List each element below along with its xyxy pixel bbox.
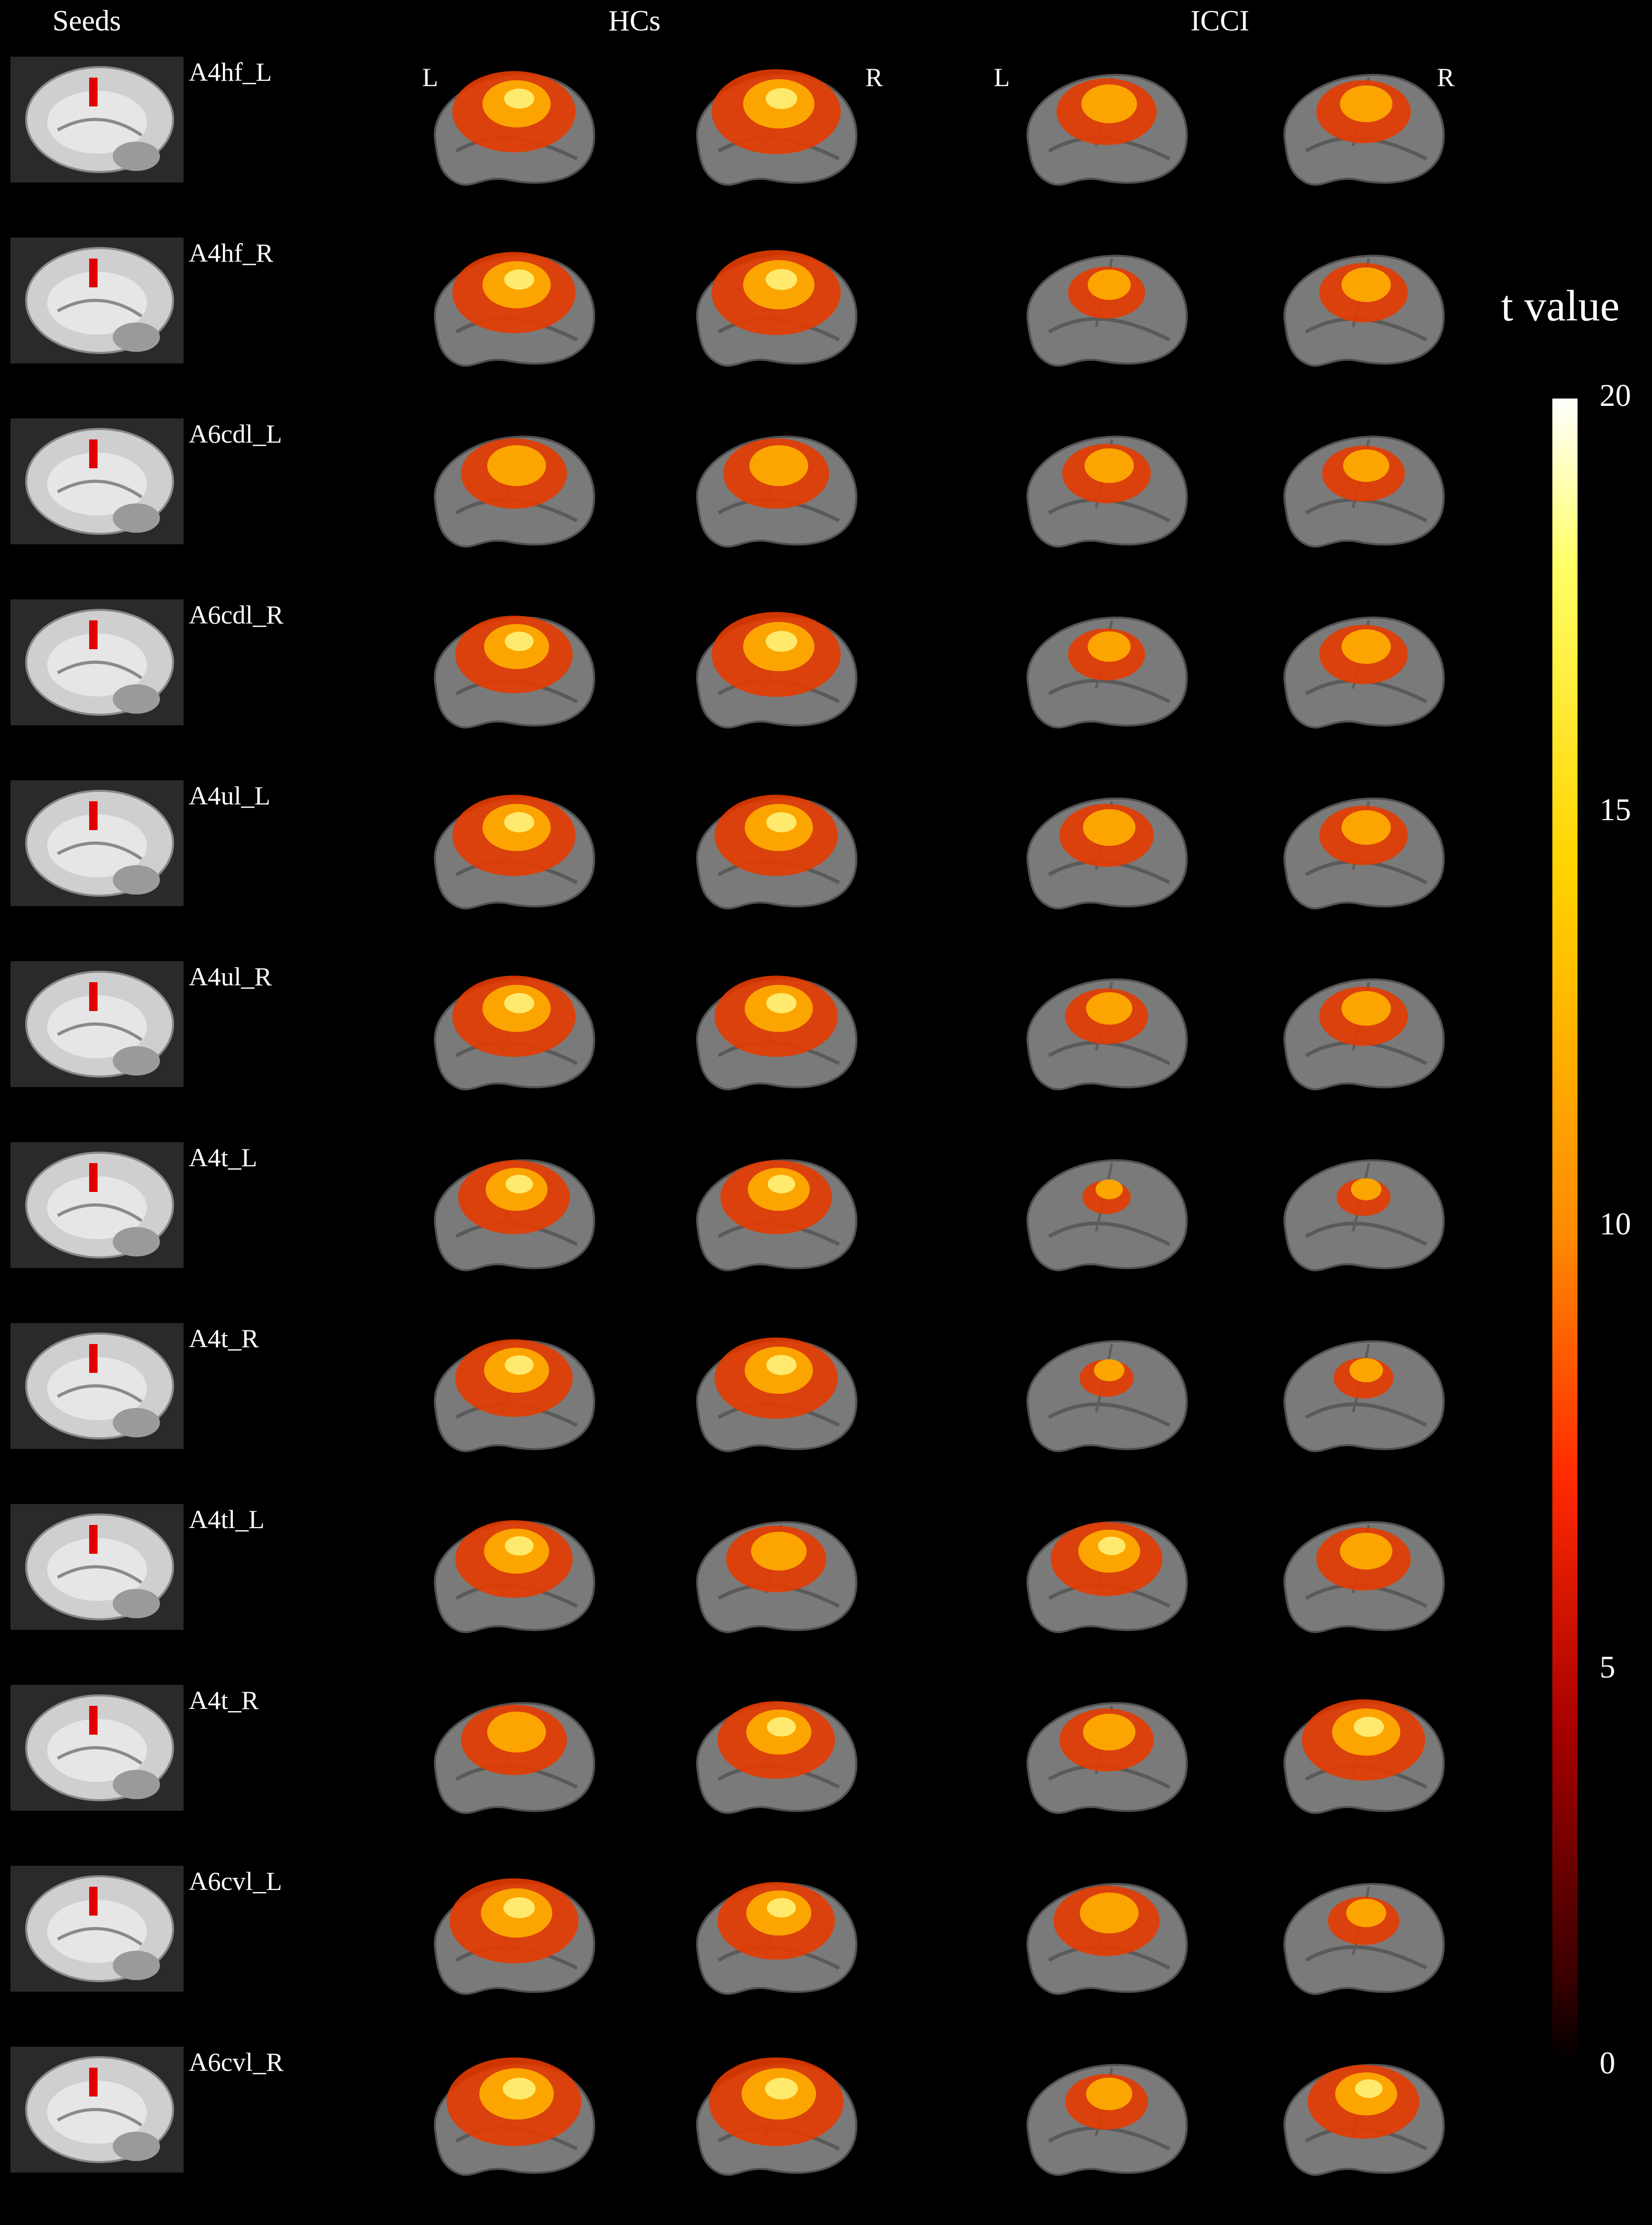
seed-label: A4t_R — [189, 1685, 259, 1715]
brain-surface-icci-left — [1026, 978, 1188, 1091]
brain-surface-icci-right — [1283, 1159, 1445, 1272]
brain-surface-icci-left — [1026, 1702, 1188, 1814]
brain-surface-hcs-left — [434, 1339, 595, 1453]
brain-surface-hcs-right — [696, 975, 857, 1091]
brain-surface-icci-right — [1283, 616, 1445, 729]
colorbar-tick-20: 20 — [1600, 378, 1631, 413]
seed-label: A4tl_L — [189, 1504, 265, 1534]
seed-label: A4hf_R — [189, 238, 274, 267]
brain-surface-icci-right — [1283, 1521, 1445, 1633]
brain-surface-icci-left — [1026, 1340, 1188, 1453]
colorbar-tick-5: 5 — [1600, 1650, 1615, 1684]
brain-surface-icci-left — [1026, 616, 1188, 729]
brain-surface-icci-right — [1283, 978, 1445, 1091]
brain-surface-icci-left — [1026, 1883, 1188, 1995]
seed-label: A4ul_L — [189, 781, 271, 810]
seed-sagittal-image — [10, 57, 184, 182]
brain-surface-hcs-right — [696, 612, 857, 729]
brain-surface-hcs-right — [696, 1701, 857, 1814]
figure-row: A4ul_L — [0, 780, 1652, 959]
seed-sagittal-image — [10, 780, 184, 906]
brain-surface-hcs-right — [696, 1521, 857, 1633]
brain-surface-icci-right — [1283, 1340, 1445, 1453]
seed-sagittal-image — [10, 418, 184, 544]
seed-sagittal-image — [10, 1142, 184, 1268]
seed-sagittal-image — [10, 1323, 184, 1449]
figure-row: A4tl_L — [0, 1504, 1652, 1682]
brain-surface-hcs-left — [434, 2057, 595, 2176]
seed-label: A6cdl_R — [189, 600, 284, 629]
brain-surface-icci-left — [1026, 1159, 1188, 1272]
brain-surface-hcs-left — [434, 71, 595, 186]
seed-label: A6cvl_R — [189, 2047, 284, 2077]
brain-surface-icci-right — [1283, 73, 1445, 186]
figure-row: A4t_R — [0, 1685, 1652, 1863]
seed-label: A4ul_R — [189, 962, 272, 991]
figure-row: A4hf_R — [0, 238, 1652, 416]
figure-row: A4ul_R — [0, 961, 1652, 1140]
brain-surface-hcs-left — [434, 616, 595, 729]
brain-surface-hcs-left — [434, 975, 595, 1091]
brain-surface-icci-left — [1026, 73, 1188, 186]
figure-row: A4hf_L — [0, 57, 1652, 235]
brain-surface-hcs-left — [434, 252, 595, 367]
brain-surface-hcs-left — [434, 435, 595, 548]
brain-surface-hcs-left — [434, 794, 595, 910]
brain-surface-icci-left — [1026, 254, 1188, 367]
brain-surface-hcs-right — [696, 1337, 857, 1453]
seed-label: A4t_R — [189, 1324, 259, 1353]
colorbar-tick-10: 10 — [1600, 1207, 1631, 1241]
figure-row: A6cdl_L — [0, 418, 1652, 597]
figure-row: A6cvl_R — [0, 2047, 1652, 2225]
brain-surface-icci-left — [1026, 435, 1188, 548]
brain-surface-hcs-right — [696, 69, 857, 186]
brain-surface-hcs-right — [696, 794, 857, 910]
seed-sagittal-image — [10, 1504, 184, 1630]
colorbar-tick-0: 0 — [1600, 2046, 1615, 2080]
brain-surface-hcs-left — [434, 1159, 595, 1272]
seed-sagittal-image — [10, 1866, 184, 1992]
figure-row: A6cvl_L — [0, 1866, 1652, 2044]
brain-surface-hcs-right — [696, 250, 857, 367]
colorbar-title: t value — [1501, 282, 1620, 330]
brain-surface-icci-right — [1283, 254, 1445, 367]
brain-surface-icci-right — [1283, 1883, 1445, 1995]
figure-row: A6cdl_R — [0, 599, 1652, 778]
brain-surface-hcs-left — [434, 1702, 595, 1814]
brain-surface-hcs-right — [696, 1882, 857, 1995]
colorbar-tick-15: 15 — [1600, 792, 1631, 827]
seed-label: A4hf_L — [189, 57, 272, 87]
colorbar — [1552, 399, 1578, 2061]
seed-sagittal-image — [10, 2047, 184, 2173]
figure-row: A4t_R — [0, 1323, 1652, 1501]
brain-surface-hcs-right — [696, 435, 857, 548]
seed-sagittal-image — [10, 961, 184, 1087]
brain-surface-hcs-right — [696, 2057, 857, 2176]
seed-sagittal-image — [10, 599, 184, 725]
brain-surface-icci-right — [1283, 2063, 1445, 2176]
brain-surface-icci-right — [1283, 1699, 1445, 1814]
seed-label: A4t_L — [189, 1143, 258, 1172]
seed-label: A6cdl_L — [189, 419, 282, 448]
brain-surface-icci-left — [1026, 2063, 1188, 2176]
brain-surface-icci-right — [1283, 797, 1445, 910]
seed-label: A6cvl_L — [189, 1866, 282, 1896]
seed-sagittal-image — [10, 238, 184, 363]
seed-sagittal-image — [10, 1685, 184, 1811]
brain-surface-hcs-right — [696, 1159, 857, 1272]
brain-surface-hcs-left — [434, 1878, 595, 1995]
figure-grid: A4hf_L A4hf_R A6cdl_L A6cdl_R A4ul_L A4ul_R A4… — [0, 0, 1652, 2201]
brain-surface-hcs-left — [434, 1520, 595, 1633]
brain-surface-icci-left — [1026, 797, 1188, 910]
brain-surface-icci-right — [1283, 435, 1445, 548]
figure-row: A4t_L — [0, 1142, 1652, 1320]
brain-surface-icci-left — [1026, 1521, 1188, 1633]
